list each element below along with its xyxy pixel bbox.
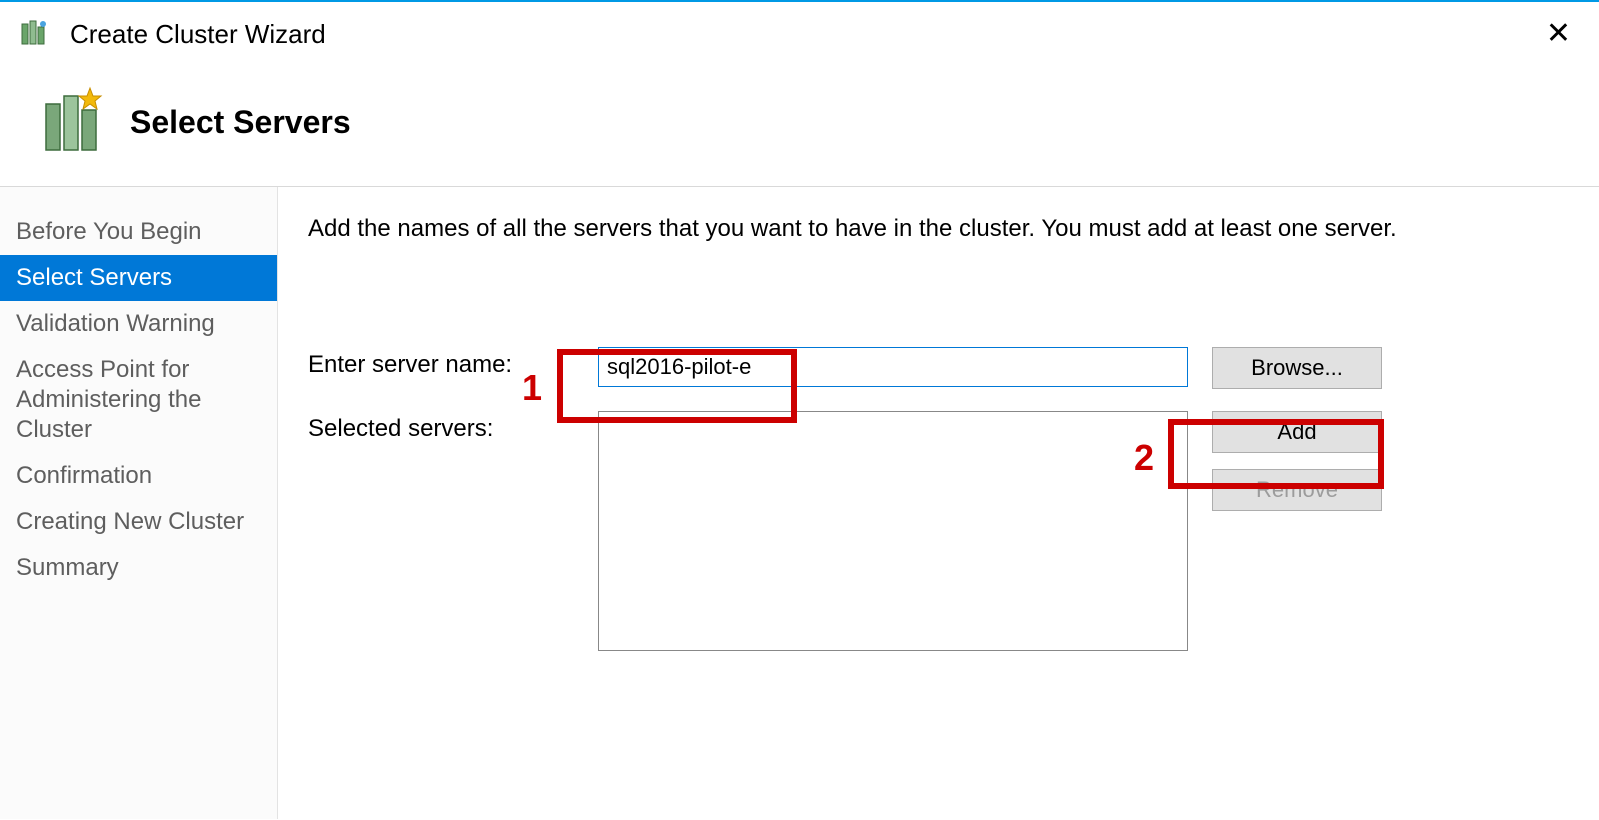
selected-servers-row: Selected servers: Add Remove	[308, 411, 1571, 651]
wizard-sidebar: Before You Begin Select Servers Validati…	[0, 187, 278, 819]
sidebar-item-access-point[interactable]: Access Point for Administering the Clust…	[0, 347, 277, 453]
remove-button: Remove	[1212, 469, 1382, 511]
selected-servers-label: Selected servers:	[308, 411, 598, 443]
wizard-icon	[18, 18, 50, 50]
page-title: Select Servers	[130, 104, 351, 141]
selected-servers-listbox[interactable]	[598, 411, 1188, 651]
sidebar-item-summary[interactable]: Summary	[0, 545, 277, 591]
add-button[interactable]: Add	[1212, 411, 1382, 453]
server-name-input[interactable]	[598, 347, 1188, 387]
server-name-row: Enter server name: Browse...	[308, 347, 1571, 389]
wizard-body: Before You Begin Select Servers Validati…	[0, 187, 1599, 819]
server-name-label: Enter server name:	[308, 347, 598, 379]
sidebar-item-confirmation[interactable]: Confirmation	[0, 453, 277, 499]
instruction-text: Add the names of all the servers that yo…	[308, 215, 1571, 243]
close-icon[interactable]: ✕	[1536, 19, 1581, 49]
sidebar-item-select-servers[interactable]: Select Servers	[0, 255, 277, 301]
page-header: Select Servers	[0, 62, 1599, 187]
wizard-main: Add the names of all the servers that yo…	[278, 187, 1599, 819]
window-title: Create Cluster Wizard	[70, 19, 1536, 50]
servers-icon	[38, 86, 110, 158]
browse-button[interactable]: Browse...	[1212, 347, 1382, 389]
sidebar-item-creating-new-cluster[interactable]: Creating New Cluster	[0, 499, 277, 545]
titlebar: Create Cluster Wizard ✕	[0, 2, 1599, 62]
sidebar-item-before-you-begin[interactable]: Before You Begin	[0, 209, 277, 255]
sidebar-item-validation-warning[interactable]: Validation Warning	[0, 301, 277, 347]
